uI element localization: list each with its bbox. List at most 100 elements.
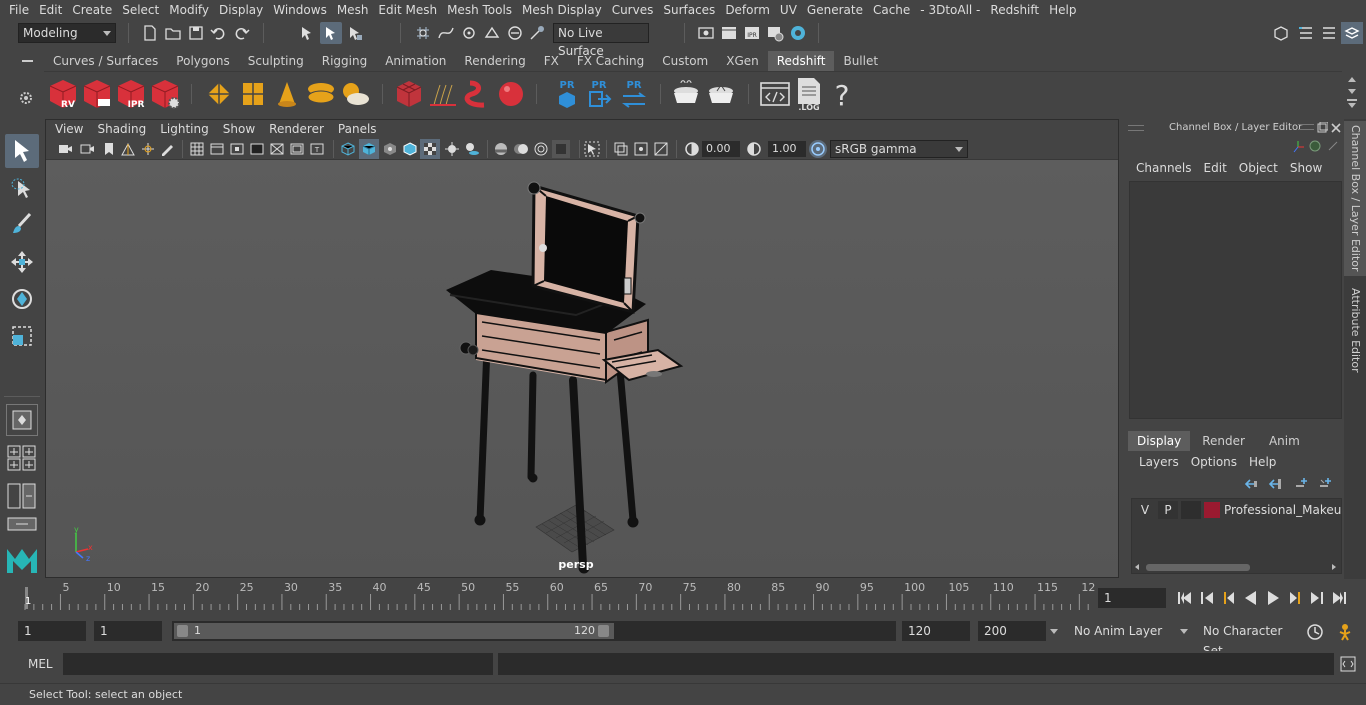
select-component-icon[interactable] <box>346 24 364 42</box>
move-layer-up-icon[interactable] <box>1244 477 1258 491</box>
layer-visibility-toggle[interactable]: V <box>1135 501 1155 519</box>
four-view-layout-button[interactable] <box>6 444 38 472</box>
shelf-tab-custom[interactable]: Custom <box>653 51 717 71</box>
playback-start-field[interactable]: 1 <box>94 621 162 641</box>
menu-cache[interactable]: Cache <box>868 0 915 20</box>
speed-icon[interactable] <box>1308 139 1322 153</box>
range-end-grip[interactable] <box>598 625 609 637</box>
redshift-pr-object-icon[interactable]: PR <box>552 77 582 111</box>
step-forward-key-icon[interactable] <box>1306 588 1328 608</box>
camera-attributes-icon[interactable] <box>79 141 95 157</box>
menu-display[interactable]: Display <box>214 0 268 20</box>
save-scene-icon[interactable] <box>187 24 205 42</box>
wireframe-icon[interactable] <box>340 141 356 157</box>
depth-of-field-button[interactable] <box>552 140 570 158</box>
redshift-log-icon[interactable]: .LOG <box>792 75 826 113</box>
new-layer-from-selection-icon[interactable] <box>1318 477 1332 491</box>
redo-icon[interactable] <box>233 24 251 42</box>
channel-box-toggle-button[interactable] <box>1341 22 1363 44</box>
perspective-viewport[interactable]: y z x persp <box>46 160 1118 577</box>
select-hierarchy-icon[interactable] <box>298 24 316 42</box>
open-scene-icon[interactable] <box>164 24 182 42</box>
menu-deform[interactable]: Deform <box>720 0 775 20</box>
current-frame-field[interactable]: 1 <box>1098 588 1166 608</box>
anim-layer-selector[interactable]: No Anim Layer <box>1068 621 1176 641</box>
shelf-tab-bullet[interactable]: Bullet <box>834 51 887 71</box>
layer-list-scrollbar[interactable] <box>1132 561 1343 573</box>
auto-key-icon[interactable] <box>1306 623 1324 641</box>
hypershade-icon[interactable] <box>789 24 807 42</box>
move-tool-button[interactable] <box>5 245 39 279</box>
menu-select[interactable]: Select <box>117 0 164 20</box>
menu-create[interactable]: Create <box>67 0 117 20</box>
channel-box-list[interactable] <box>1129 181 1342 419</box>
drag-handle[interactable] <box>1298 124 1314 130</box>
modeling-toolkit-icon[interactable] <box>1272 24 1290 42</box>
redshift-script-editor-icon[interactable] <box>758 77 792 111</box>
shelf-tab-fx[interactable]: FX <box>535 51 568 71</box>
playback-end-field[interactable]: 120 <box>902 621 970 641</box>
shelf-scroll-buttons[interactable] <box>1344 73 1360 113</box>
grease-pencil-icon[interactable] <box>159 141 175 157</box>
menu-help[interactable]: Help <box>1044 0 1081 20</box>
grid-toggle-icon[interactable] <box>189 141 205 157</box>
menu-windows[interactable]: Windows <box>268 0 332 20</box>
shelf-tab-animation[interactable]: Animation <box>376 51 455 71</box>
cb-menu-edit[interactable]: Edit <box>1198 161 1233 175</box>
character-set-dropdown-arrow[interactable] <box>1180 621 1192 641</box>
smooth-shade-button[interactable] <box>359 139 379 159</box>
layer-tab-anim[interactable]: Anim <box>1257 431 1312 451</box>
range-start-grip[interactable] <box>177 625 188 637</box>
script-language-toggle[interactable]: MEL <box>28 657 53 671</box>
redshift-proxy-icon[interactable] <box>392 77 426 111</box>
layer-tab-display[interactable]: Display <box>1128 431 1191 451</box>
range-slider-handle[interactable]: 1 120 <box>174 623 614 639</box>
image-plane-icon[interactable] <box>120 141 136 157</box>
redshift-area-light-icon[interactable] <box>202 77 236 111</box>
pin-icon[interactable] <box>1326 139 1340 153</box>
menu-edit-mesh[interactable]: Edit Mesh <box>373 0 442 20</box>
ipr-render-icon[interactable]: IPR <box>743 24 761 42</box>
layer-playback-toggle[interactable]: P <box>1158 501 1178 519</box>
layer-menu-options[interactable]: Options <box>1185 455 1243 469</box>
render-frame-icon[interactable] <box>720 24 738 42</box>
menu-file[interactable]: File <box>4 0 34 20</box>
redshift-ies-light-icon[interactable] <box>270 77 304 111</box>
scale-tool-button[interactable] <box>5 319 39 353</box>
menu-mesh-display[interactable]: Mesh Display <box>517 0 607 20</box>
play-forwards-icon[interactable] <box>1262 588 1284 608</box>
step-back-frame-icon[interactable] <box>1218 588 1240 608</box>
live-surface-field[interactable]: No Live Surface <box>553 23 649 58</box>
snap-curve-icon[interactable] <box>437 24 455 42</box>
layer-row[interactable]: V P Professional_Makeup_ <box>1132 501 1343 519</box>
step-forward-frame-icon[interactable] <box>1284 588 1306 608</box>
layer-menu-layers[interactable]: Layers <box>1133 455 1185 469</box>
rotate-tool-button[interactable] <box>5 282 39 316</box>
go-to-end-icon[interactable] <box>1328 588 1350 608</box>
shelf-tab-sculpting[interactable]: Sculpting <box>239 51 313 71</box>
xray-components-icon[interactable] <box>653 141 669 157</box>
animation-preferences-icon[interactable] <box>1335 623 1355 641</box>
render-view-icon[interactable] <box>697 24 715 42</box>
view-transform-dropdown[interactable]: sRGB gamma <box>830 140 968 158</box>
gamma-icon[interactable] <box>746 141 762 157</box>
redshift-bake-sets-icon[interactable] <box>704 77 738 111</box>
render-settings-icon[interactable] <box>766 24 784 42</box>
go-to-start-icon[interactable] <box>1174 588 1196 608</box>
new-scene-icon[interactable] <box>141 24 159 42</box>
make-live-icon[interactable] <box>528 24 546 42</box>
side-by-side-layout-button[interactable] <box>6 482 38 510</box>
camera-select-icon[interactable] <box>57 141 73 157</box>
cb-menu-channels[interactable]: Channels <box>1130 161 1198 175</box>
xray-icon[interactable] <box>613 141 629 157</box>
shelf-tab-xgen[interactable]: XGen <box>717 51 768 71</box>
layer-menu-help[interactable]: Help <box>1243 455 1282 469</box>
range-slider-track[interactable]: 1 120 <box>172 621 896 641</box>
lasso-tool-button[interactable] <box>5 171 39 205</box>
menu-curves[interactable]: Curves <box>607 0 659 20</box>
xray-joints-icon[interactable] <box>633 141 649 157</box>
menu-surfaces[interactable]: Surfaces <box>658 0 720 20</box>
use-all-lights-icon[interactable] <box>444 141 460 157</box>
vp-menu-show[interactable]: Show <box>216 120 262 139</box>
drag-handle[interactable] <box>1128 125 1144 131</box>
